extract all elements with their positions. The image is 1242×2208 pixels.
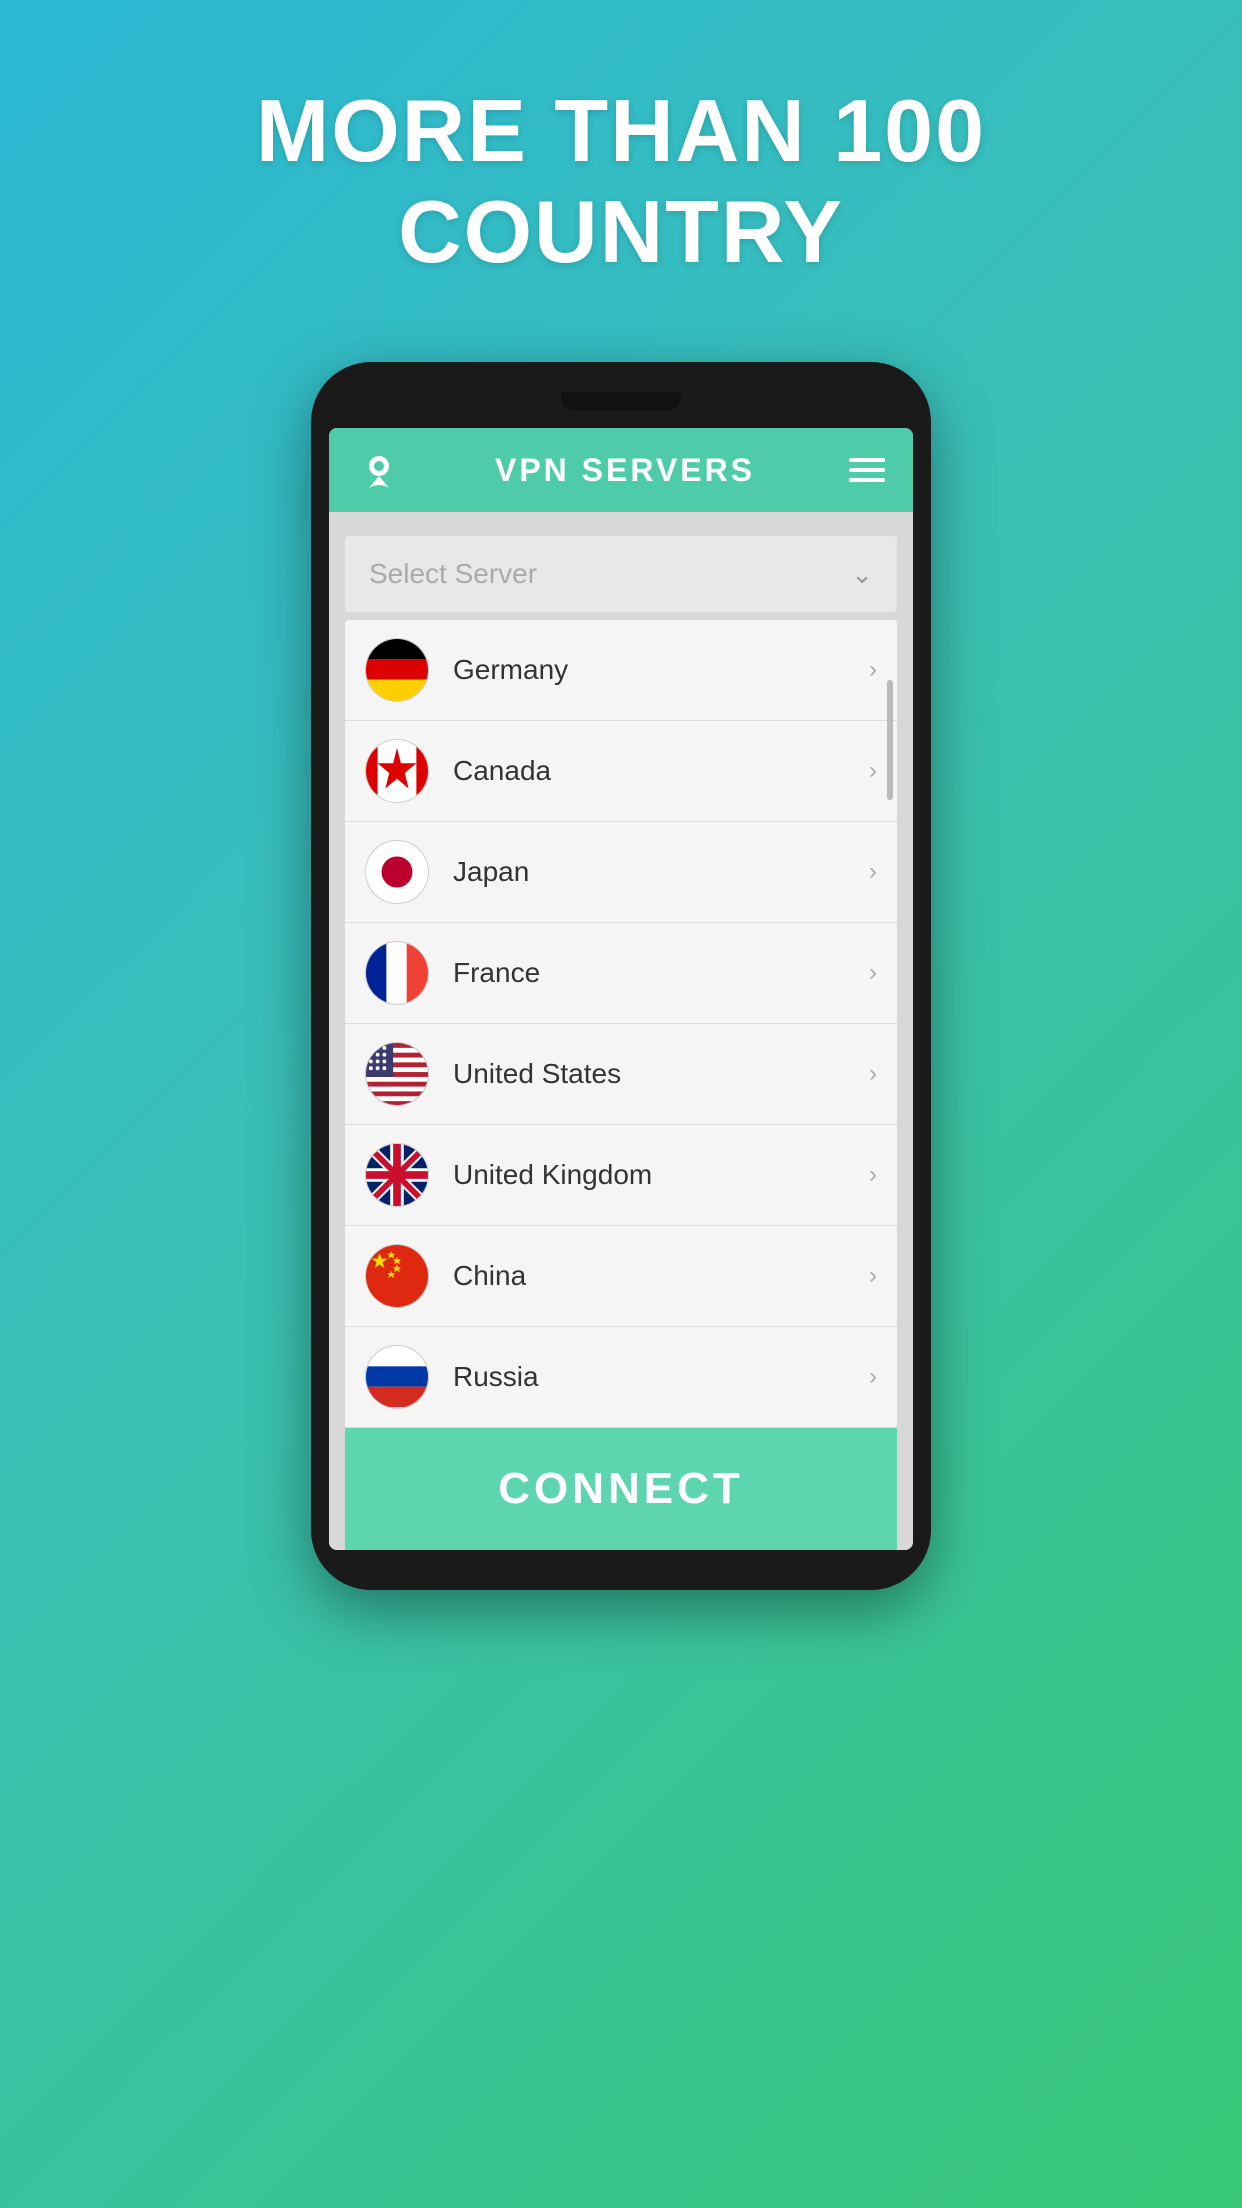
flag-canada <box>365 739 429 803</box>
list-item[interactable]: France › <box>345 923 897 1024</box>
hamburger-menu[interactable] <box>849 458 885 482</box>
country-name: Germany <box>453 654 869 686</box>
select-server-label: Select Server <box>369 558 537 590</box>
list-item[interactable]: Canada › <box>345 721 897 822</box>
chevron-right-icon: › <box>869 1161 877 1189</box>
chevron-right-icon: › <box>869 1262 877 1290</box>
country-name: Canada <box>453 755 869 787</box>
chevron-right-icon: › <box>869 757 877 785</box>
flag-china <box>365 1244 429 1308</box>
list-item[interactable]: United States › <box>345 1024 897 1125</box>
hero-section: MORE THAN 100 COUNTRY <box>256 80 986 282</box>
hero-line1: MORE THAN 100 <box>256 80 986 181</box>
app-title: VPN SERVERS <box>495 452 755 489</box>
hero-line2: COUNTRY <box>256 181 986 282</box>
list-item[interactable]: China › <box>345 1226 897 1327</box>
connect-button[interactable]: CONNECT <box>345 1428 897 1550</box>
chevron-right-icon: › <box>869 959 877 987</box>
phone-mockup: VPN SERVERS Select Server ⌄ <box>311 362 931 1590</box>
country-name: France <box>453 957 869 989</box>
list-item[interactable]: United Kingdom › <box>345 1125 897 1226</box>
flag-japan <box>365 840 429 904</box>
screen-content: Select Server ⌄ Germany › <box>329 512 913 1550</box>
chevron-right-icon: › <box>869 656 877 684</box>
country-name: United States <box>453 1058 869 1090</box>
flag-russia <box>365 1345 429 1409</box>
phone-screen: VPN SERVERS Select Server ⌄ <box>329 428 913 1550</box>
list-item[interactable]: Russia › <box>345 1327 897 1428</box>
phone-notch <box>561 392 681 410</box>
chevron-right-icon: › <box>869 1060 877 1088</box>
country-name: Russia <box>453 1361 869 1393</box>
flag-us <box>365 1042 429 1106</box>
country-list: Germany › Canada › <box>345 620 897 1428</box>
location-pin-icon <box>357 448 401 492</box>
chevron-right-icon: › <box>869 1363 877 1391</box>
country-name: China <box>453 1260 869 1292</box>
flag-uk <box>365 1143 429 1207</box>
select-server-dropdown[interactable]: Select Server ⌄ <box>345 536 897 612</box>
country-name: United Kingdom <box>453 1159 869 1191</box>
country-name: Japan <box>453 856 869 888</box>
chevron-right-icon: › <box>869 858 877 886</box>
flag-france <box>365 941 429 1005</box>
list-item[interactable]: Japan › <box>345 822 897 923</box>
app-bar: VPN SERVERS <box>329 428 913 512</box>
chevron-down-icon: ⌄ <box>851 559 873 590</box>
scrollbar[interactable] <box>887 680 893 800</box>
list-item[interactable]: Germany › <box>345 620 897 721</box>
flag-germany <box>365 638 429 702</box>
